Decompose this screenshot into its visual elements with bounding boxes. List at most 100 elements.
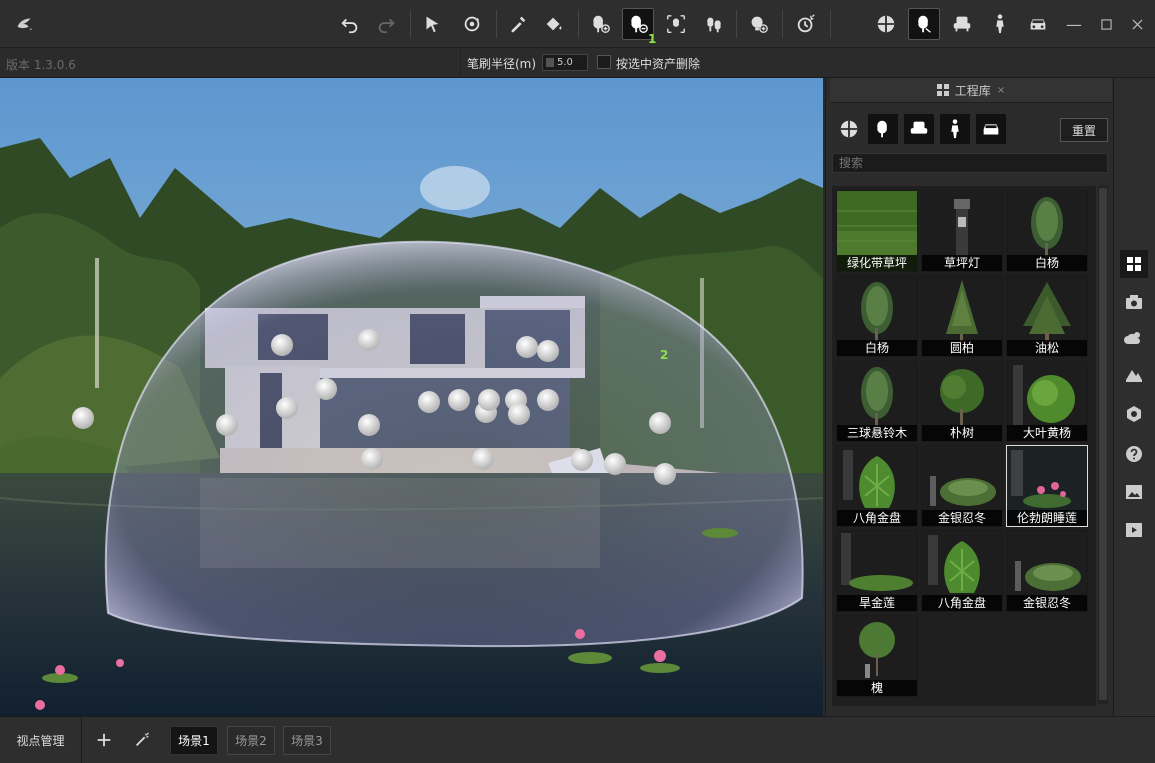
asset-tile[interactable]: 旱金莲 — [836, 530, 918, 612]
asset-tile[interactable]: 圆柏 — [921, 275, 1003, 357]
scene-viewport[interactable]: 2 — [0, 78, 823, 716]
bottom-bar: 视点管理 场景1 场景2 场景3 — [0, 716, 1155, 763]
asset-tile[interactable]: 金银忍冬 — [921, 445, 1003, 527]
filter-vehicles-button[interactable] — [976, 114, 1006, 144]
armchair-icon — [953, 16, 971, 32]
weather-button[interactable] — [1120, 324, 1148, 352]
category-vehicles-button[interactable] — [1022, 8, 1054, 40]
asset-tile[interactable]: 金银忍冬 — [1006, 530, 1088, 612]
add-plant-button[interactable] — [584, 8, 616, 40]
globe-leaf-icon — [877, 15, 895, 33]
scene-tab-2[interactable]: 场景2 — [227, 726, 275, 755]
redo-icon — [378, 18, 395, 34]
asset-label: 伦勃朗睡莲 — [1007, 510, 1087, 526]
brush-radius-input[interactable]: 5.0 — [542, 54, 588, 71]
filter-furniture-button[interactable] — [904, 114, 934, 144]
scene-tab-3[interactable]: 场景3 — [283, 726, 331, 755]
camera-button[interactable] — [1120, 288, 1148, 316]
asset-tile[interactable]: 伦勃朗睡莲 — [1006, 445, 1088, 527]
viewpoint-manager-button[interactable]: 视点管理 — [0, 717, 82, 763]
light-add-icon — [751, 16, 768, 33]
undo-icon — [341, 18, 358, 34]
asset-tile[interactable]: 草坪灯 — [921, 190, 1003, 272]
category-furniture-button[interactable] — [946, 8, 978, 40]
terrain-button[interactable] — [1120, 360, 1148, 388]
video-button[interactable] — [1120, 516, 1148, 544]
active-tool-badge: 1 — [648, 32, 657, 46]
asset-label: 旱金莲 — [837, 595, 917, 611]
filter-people-button[interactable] — [940, 114, 970, 144]
grid-icon — [936, 84, 949, 96]
main-toolbar: 1 — — [0, 0, 1155, 48]
panel-header: 工程库 × — [830, 78, 1112, 103]
redo-button[interactable] — [370, 8, 402, 40]
category-people-button[interactable] — [984, 8, 1016, 40]
asset-tile[interactable]: 白杨 — [1006, 190, 1088, 272]
armchair-icon — [910, 121, 928, 134]
asset-tile[interactable]: 八角金盘 — [836, 445, 918, 527]
maximize-icon — [1100, 18, 1112, 30]
library-panel-button[interactable] — [1120, 250, 1148, 278]
panel-title: 工程库 — [954, 83, 991, 98]
select-tool-button[interactable] — [416, 8, 448, 40]
right-icon-bar — [1113, 78, 1155, 716]
rotate-tool-button[interactable] — [456, 8, 488, 40]
plant-scatter-button[interactable] — [698, 8, 730, 40]
app-logo-menu[interactable] — [8, 8, 40, 40]
asset-label: 八角金盘 — [837, 510, 917, 526]
eyedropper-icon — [511, 16, 526, 33]
undo-button[interactable] — [334, 8, 366, 40]
asset-label: 大叶黄杨 — [1007, 425, 1087, 441]
plant-brush-button[interactable] — [660, 8, 692, 40]
asset-tile[interactable]: 绿化带草坪 — [836, 190, 918, 272]
asset-tile[interactable]: 槐 — [836, 615, 918, 697]
filter-all-button[interactable] — [834, 114, 864, 144]
panel-close-icon[interactable]: × — [997, 85, 1005, 96]
leaf-logo-icon — [17, 18, 33, 31]
asset-tile[interactable]: 八角金盘 — [921, 530, 1003, 612]
eyedropper-tool-button[interactable] — [502, 8, 534, 40]
plant-scatter-icon — [707, 17, 721, 33]
asset-tile[interactable]: 油松 — [1006, 275, 1088, 357]
paint-bucket-button[interactable] — [538, 8, 570, 40]
delete-selected-checkbox[interactable] — [597, 55, 611, 69]
scroll-thumb[interactable] — [1099, 188, 1107, 700]
help-button[interactable] — [1120, 440, 1148, 468]
close-icon — [1131, 18, 1143, 30]
minimize-icon: — — [1066, 14, 1082, 34]
scene-tab-1[interactable]: 场景1 — [170, 726, 218, 755]
add-scene-button[interactable] — [93, 729, 115, 751]
asset-label: 八角金盘 — [922, 595, 1002, 611]
asset-tile[interactable]: 大叶黄杨 — [1006, 360, 1088, 442]
paint-bucket-icon — [546, 17, 562, 31]
add-light-button[interactable] — [742, 8, 774, 40]
tree-icon — [877, 120, 887, 138]
terrain-icon — [1126, 370, 1142, 382]
search-input[interactable] — [832, 153, 1108, 173]
image-button[interactable] — [1120, 478, 1148, 506]
asset-tile[interactable]: 白杨 — [836, 275, 918, 357]
plant-remove-icon — [631, 15, 648, 33]
category-all-button[interactable] — [870, 8, 902, 40]
reset-button[interactable]: 重置 — [1060, 118, 1108, 142]
plant-add-icon — [593, 15, 610, 33]
tree-icon — [918, 15, 931, 33]
asset-tile[interactable]: 朴树 — [921, 360, 1003, 442]
camera-icon — [1126, 295, 1142, 309]
magic-wand-button[interactable] — [131, 729, 153, 751]
category-plants-button[interactable] — [908, 8, 940, 40]
settings-button[interactable] — [1120, 400, 1148, 428]
time-of-day-button[interactable] — [790, 8, 822, 40]
minimize-button[interactable]: — — [1064, 14, 1084, 34]
magic-wand-icon — [135, 732, 149, 747]
asset-label: 油松 — [1007, 340, 1087, 356]
filter-plants-button[interactable] — [868, 114, 898, 144]
asset-label: 金银忍冬 — [1007, 595, 1087, 611]
maximize-button[interactable] — [1096, 14, 1116, 34]
asset-scrollbar[interactable] — [1098, 186, 1108, 704]
asset-label: 白杨 — [837, 340, 917, 356]
close-button[interactable] — [1127, 14, 1147, 34]
app-window: 1 — 版本 1.3.0.6 笔刷半径(m) 5.0 按选中资产删除 2 工程库… — [0, 0, 1155, 763]
asset-grid: 绿化带草坪 草坪灯 白杨 白杨 圆柏 油松 三球悬铃木 朴树 大叶黄杨 八角金盘 金银忍冬 伦勃朗睡莲… — [832, 186, 1096, 706]
asset-tile[interactable]: 三球悬铃木 — [836, 360, 918, 442]
